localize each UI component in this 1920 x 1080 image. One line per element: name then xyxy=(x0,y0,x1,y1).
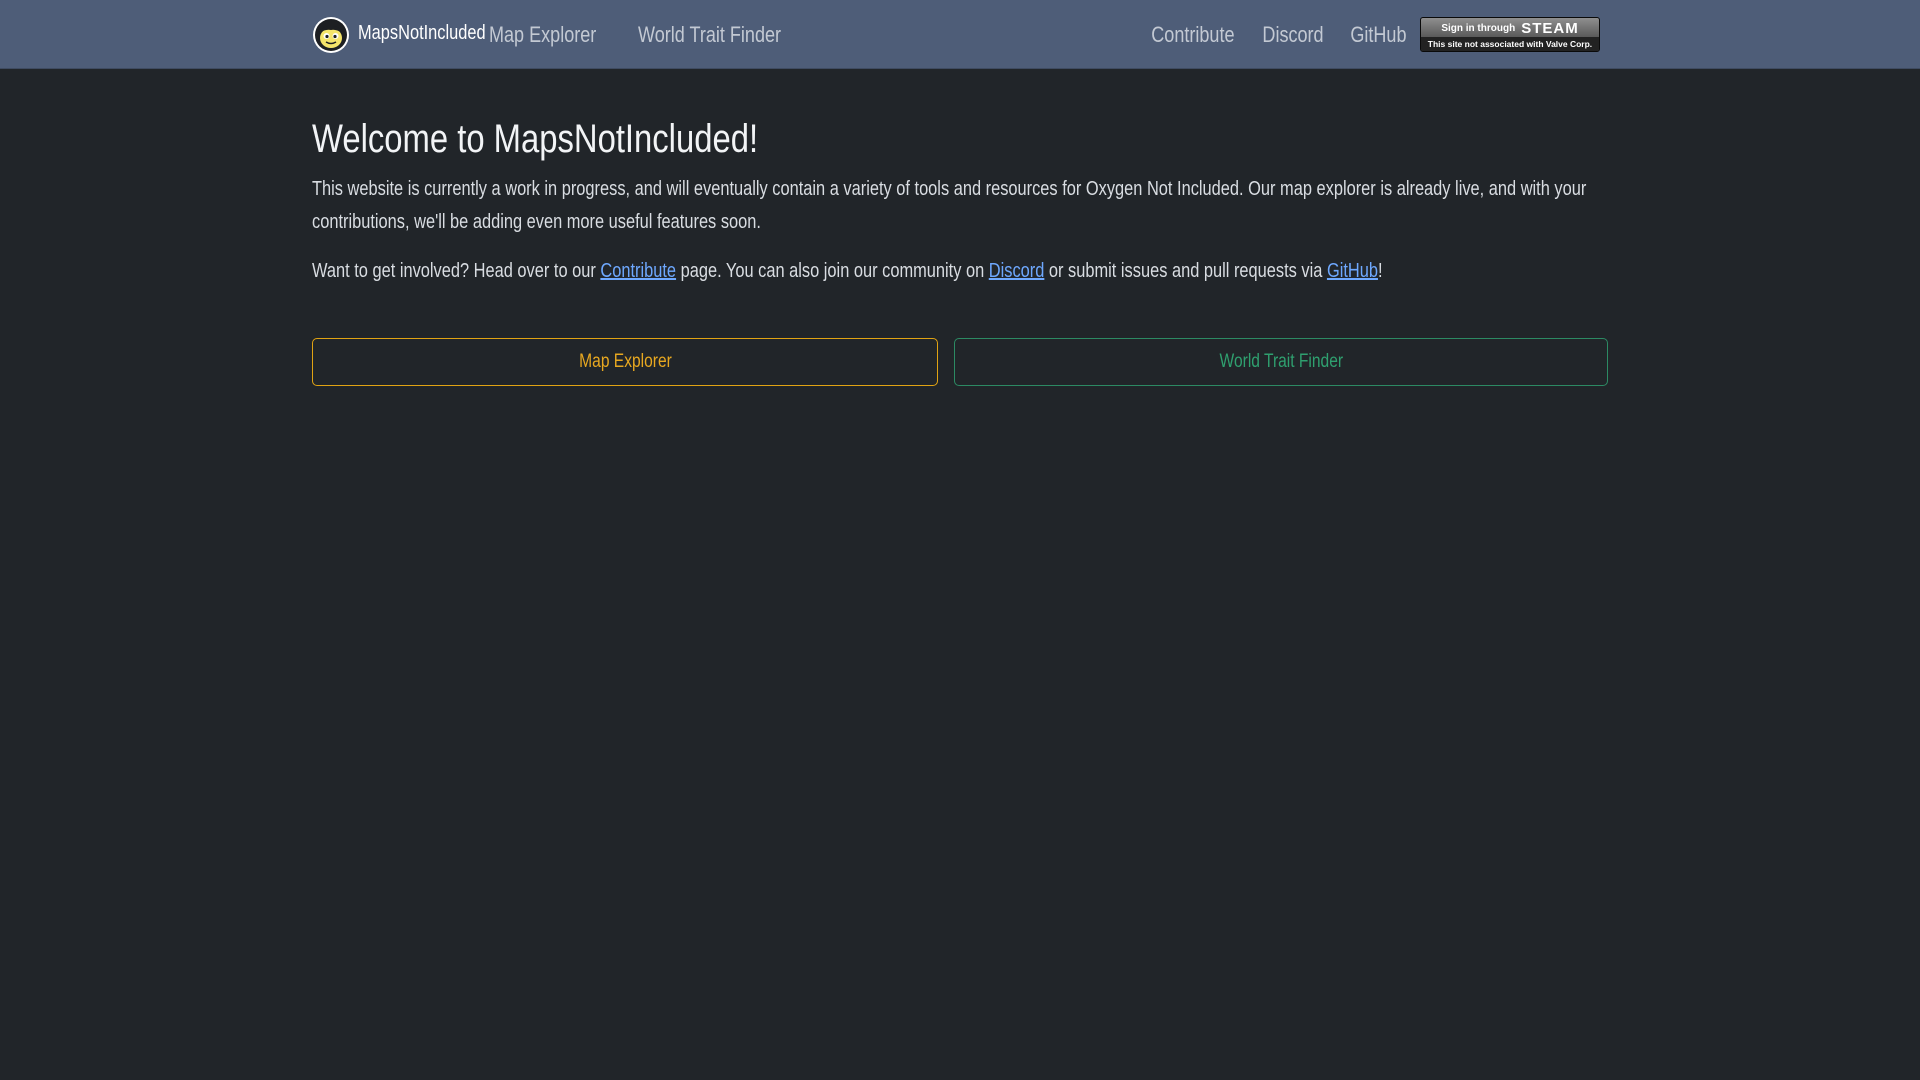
nav-link-world-trait-finder[interactable]: World Trait Finder xyxy=(638,22,781,48)
steam-logo-text: STEAM xyxy=(1521,20,1579,37)
top-navbar: MapsNotIncluded Map Explorer World Trait… xyxy=(0,0,1920,69)
map-explorer-button-label: Map Explorer xyxy=(578,351,672,372)
contribute-link[interactable]: Contribute xyxy=(600,260,676,282)
nav-link-github[interactable]: GitHub xyxy=(1350,22,1406,48)
nav-left-links: Map Explorer World Trait Finder xyxy=(489,0,830,69)
steam-disclaimer: This site not associated with Valve Corp… xyxy=(1421,37,1599,51)
nav-link-map-explorer[interactable]: Map Explorer xyxy=(489,22,596,48)
steam-sign-in-text: Sign in through xyxy=(1441,23,1516,34)
duplicant-face-icon xyxy=(313,16,349,53)
nav-right-links: Contribute Discord GitHub Sign in throug… xyxy=(1119,0,1608,69)
involve-text-2: page. You can also join our community on xyxy=(676,260,989,282)
map-explorer-button[interactable]: Map Explorer xyxy=(312,338,938,386)
nav-link-contribute[interactable]: Contribute xyxy=(1152,22,1235,48)
steam-sign-in-button[interactable]: Sign in through STEAM This site not asso… xyxy=(1420,17,1600,52)
world-trait-finder-button[interactable]: World Trait Finder xyxy=(954,338,1608,386)
involve-text-3: or submit issues and pull requests via xyxy=(1044,260,1327,282)
world-trait-finder-button-label: World Trait Finder xyxy=(1219,351,1343,372)
discord-link[interactable]: Discord xyxy=(989,260,1045,282)
steam-button-top: Sign in through STEAM xyxy=(1421,19,1599,38)
github-link[interactable]: GitHub xyxy=(1327,260,1378,282)
involve-text-1: Want to get involved? Head over to our xyxy=(312,260,601,282)
page-title: Welcome to MapsNotIncluded! xyxy=(312,117,759,161)
involve-paragraph: Want to get involved? Head over to our C… xyxy=(312,255,1591,288)
involve-text-4: ! xyxy=(1377,260,1383,282)
intro-paragraph: This website is currently a work in prog… xyxy=(312,178,1587,233)
nav-link-discord[interactable]: Discord xyxy=(1262,22,1323,48)
navbar-inner: MapsNotIncluded Map Explorer World Trait… xyxy=(312,0,1608,69)
brand-name: MapsNotIncluded xyxy=(358,21,486,44)
brand-link[interactable]: MapsNotIncluded xyxy=(312,0,514,69)
